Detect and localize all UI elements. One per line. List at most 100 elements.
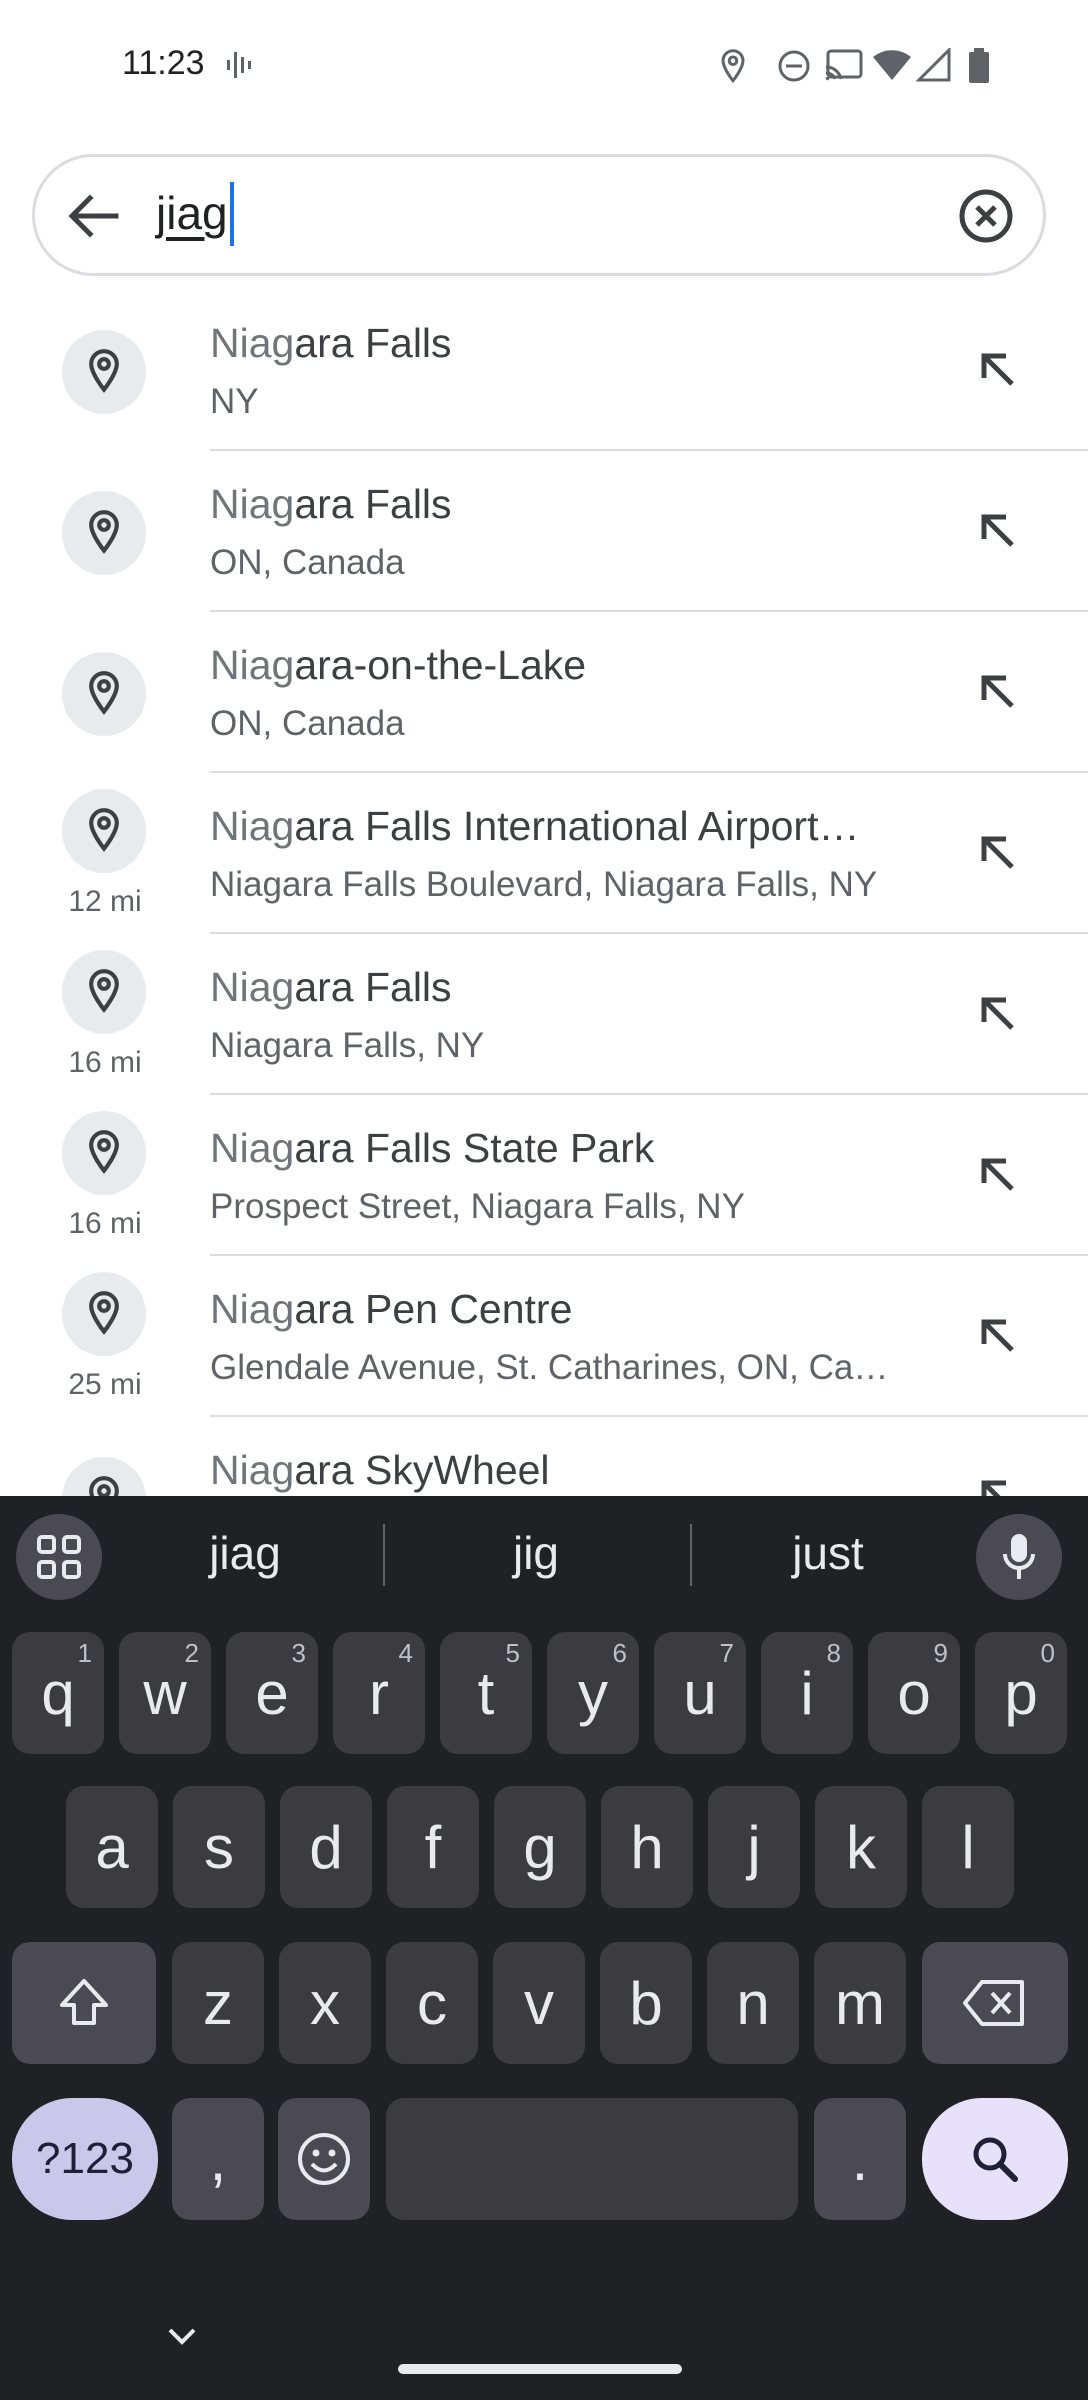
key-x[interactable]: x [279, 1942, 371, 2064]
key-o[interactable]: o9 [868, 1632, 960, 1754]
key-f[interactable]: f [387, 1786, 479, 1908]
fill-query-button[interactable] [966, 1304, 1030, 1368]
back-arrow-icon[interactable] [58, 186, 128, 246]
place-pin-icon [89, 969, 119, 1013]
suggestion-3[interactable]: just [748, 1526, 908, 1580]
comma-key[interactable]: , [172, 2098, 264, 2220]
key-t[interactable]: t5 [440, 1632, 532, 1754]
place-icon-circle [62, 1111, 146, 1195]
location-icon [721, 49, 745, 84]
key-c[interactable]: c [386, 1942, 478, 2064]
key-letter: r [369, 1659, 389, 1727]
microphone-icon [1003, 1534, 1035, 1579]
clear-search-icon[interactable] [954, 184, 1018, 248]
key-e[interactable]: e3 [226, 1632, 318, 1754]
key-k[interactable]: k [815, 1786, 907, 1908]
text-cursor [230, 182, 234, 246]
key-m[interactable]: m [814, 1942, 906, 2064]
key-number-hint: 2 [184, 1638, 199, 1668]
place-title: Niagara Pen Centre [210, 1286, 572, 1333]
key-i[interactable]: i8 [761, 1632, 853, 1754]
fill-query-button[interactable] [966, 338, 1030, 402]
title-match: Niag [210, 481, 295, 527]
place-pin-icon [89, 808, 119, 852]
place-icon-circle [62, 652, 146, 736]
backspace-icon [963, 1980, 1024, 2026]
suggestion-row[interactable]: 16 mi Niagara Falls State Park Prospect St… [0, 1095, 1088, 1256]
place-title: Niagara-on-the-Lake [210, 642, 586, 689]
key-number-hint: 4 [398, 1638, 413, 1668]
status-time: 11:23 [122, 44, 205, 82]
fill-query-button[interactable] [966, 982, 1030, 1046]
key-g[interactable]: g [494, 1786, 586, 1908]
fill-query-button[interactable] [966, 499, 1030, 563]
suggestion-row[interactable]: 16 mi Niagara Falls Niagara Falls, NY [0, 934, 1088, 1095]
period-key[interactable]: . [814, 2098, 906, 2220]
fill-query-arrow-icon [981, 675, 1014, 708]
search-key[interactable] [922, 2098, 1068, 2220]
place-title: Niagara Falls [210, 964, 452, 1011]
place-subtitle: Niagara Falls, NY [210, 1026, 485, 1065]
key-y[interactable]: y6 [547, 1632, 639, 1754]
fill-query-arrow-icon [981, 1319, 1014, 1352]
key-a[interactable]: a [66, 1786, 158, 1908]
key-number-hint: 6 [612, 1638, 627, 1668]
suggestion-row[interactable]: Niagara Falls ON, Canada [0, 451, 1088, 612]
key-q[interactable]: q1 [12, 1632, 104, 1754]
title-rest: ara Pen Centre [294, 1286, 573, 1332]
title-match: Niag [210, 803, 295, 849]
shift-icon [60, 1979, 108, 2025]
fill-query-button[interactable] [966, 660, 1030, 724]
cast-icon [825, 49, 863, 81]
place-subtitle: Niagara Falls Boulevard, Niagara Falls, … [210, 865, 878, 904]
shift-key[interactable] [12, 1942, 156, 2064]
key-l[interactable]: l [922, 1786, 1014, 1908]
key-letter: t [477, 1659, 495, 1727]
key-h[interactable]: h [601, 1786, 693, 1908]
key-letter: o [897, 1659, 931, 1727]
symbols-key[interactable]: ?123 [12, 2098, 158, 2220]
keyboard-menu-button[interactable] [16, 1514, 102, 1600]
distance-label: 16 mi [68, 1207, 142, 1240]
key-letter: e [255, 1659, 289, 1727]
key-j[interactable]: j [708, 1786, 800, 1908]
fill-query-arrow-icon [981, 1158, 1014, 1191]
key-n[interactable]: n [707, 1942, 799, 2064]
key-b[interactable]: b [600, 1942, 692, 2064]
suggestion-row[interactable]: 12 mi Niagara Falls International Airport… [0, 773, 1088, 934]
fill-query-button[interactable] [966, 1143, 1030, 1207]
suggestion-row[interactable]: Niagara Falls NY [0, 290, 1088, 451]
backspace-key[interactable] [922, 1942, 1068, 2064]
key-w[interactable]: w2 [119, 1632, 211, 1754]
place-pin-icon [89, 671, 119, 715]
hide-keyboard-icon[interactable] [164, 2324, 200, 2350]
key-r[interactable]: r4 [333, 1632, 425, 1754]
title-match: Niag [210, 642, 295, 688]
suggestion-row[interactable]: 25 mi Niagara Pen Centre Glendale Avenue, … [0, 1256, 1088, 1417]
place-subtitle: Glendale Avenue, St. Catharines, ON, Ca… [210, 1348, 889, 1387]
voice-input-button[interactable] [976, 1514, 1062, 1600]
suggestion-row[interactable]: Niagara-on-the-Lake ON, Canada [0, 612, 1088, 773]
home-indicator[interactable] [398, 2364, 682, 2374]
key-s[interactable]: s [173, 1786, 265, 1908]
key-z[interactable]: z [172, 1942, 264, 2064]
place-icon-circle [62, 1272, 146, 1356]
title-rest: ara Falls [294, 481, 452, 527]
cellular-signal-icon [916, 48, 951, 82]
place-title: Niagara Falls [210, 320, 452, 367]
title-match: Niag [210, 1125, 295, 1171]
suggestion-1[interactable]: jiag [160, 1526, 330, 1580]
fill-query-button[interactable] [966, 821, 1030, 885]
key-u[interactable]: u7 [654, 1632, 746, 1754]
space-key[interactable] [386, 2098, 798, 2220]
emoji-key[interactable] [278, 2098, 370, 2220]
search-input[interactable]: jiag [156, 186, 228, 240]
key-v[interactable]: v [493, 1942, 585, 2064]
grid-icon [37, 1535, 81, 1579]
title-rest: ara-on-the-Lake [294, 642, 587, 688]
key-d[interactable]: d [280, 1786, 372, 1908]
title-match: Niag [210, 1286, 295, 1332]
key-p[interactable]: p0 [975, 1632, 1067, 1754]
key-number-hint: 8 [826, 1638, 841, 1668]
suggestion-2[interactable]: jig [456, 1526, 616, 1580]
